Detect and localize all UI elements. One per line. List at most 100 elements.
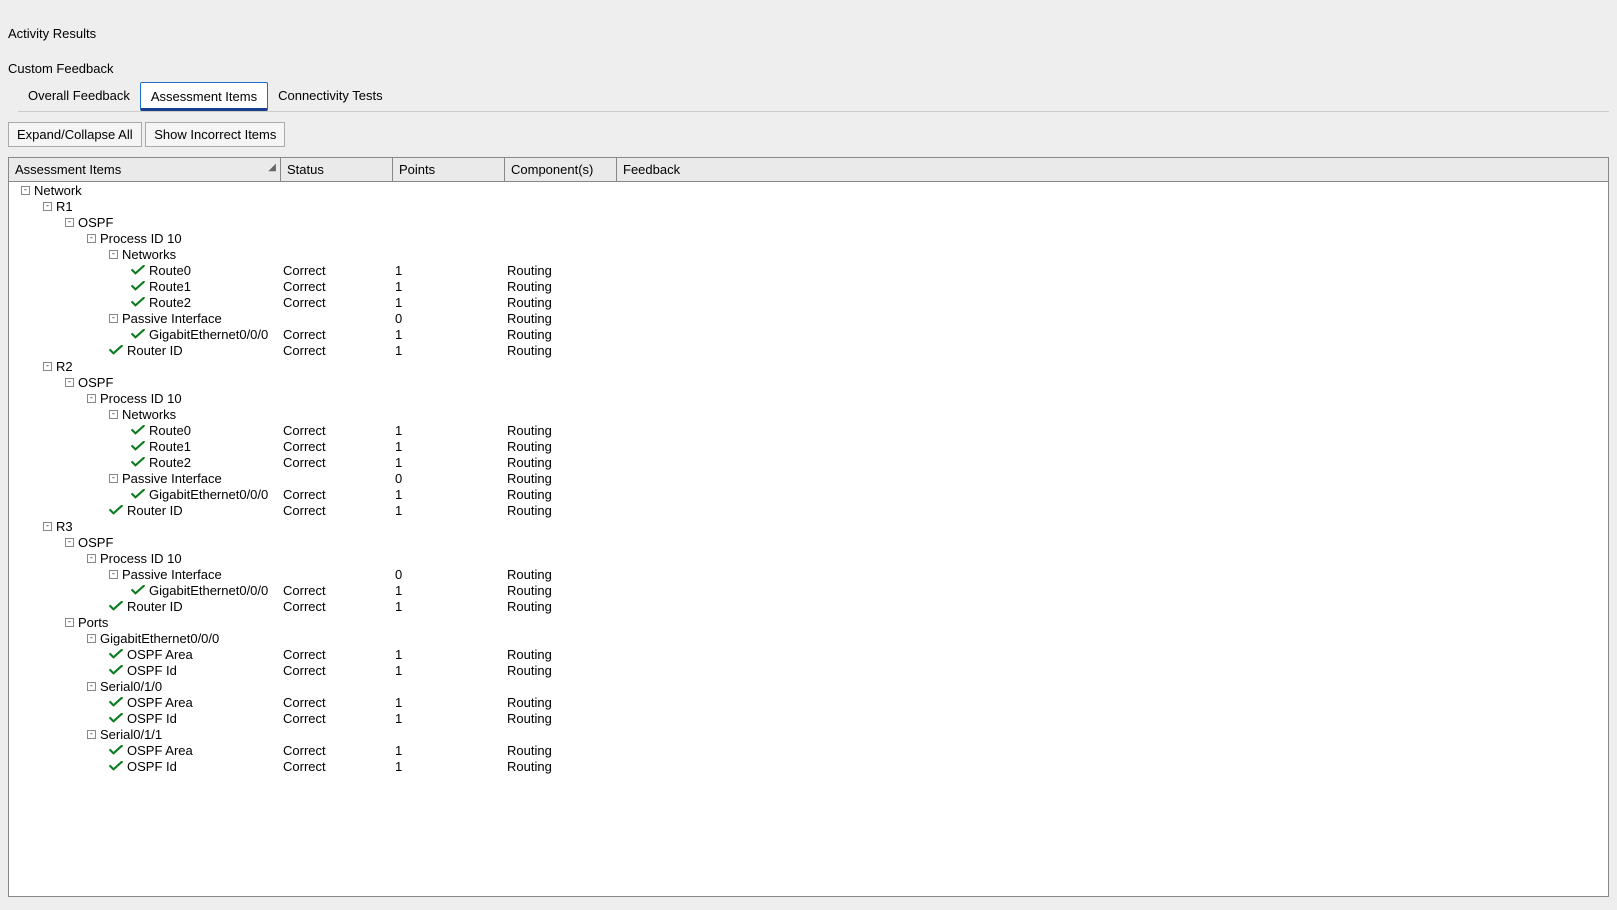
section-subtitle: Custom Feedback	[8, 61, 1609, 76]
table-row[interactable]: OSPF IdCorrect1Routing	[9, 710, 1608, 726]
table-row[interactable]: -Serial0/1/1	[9, 726, 1608, 742]
table-row[interactable]: OSPF IdCorrect1Routing	[9, 662, 1608, 678]
tab-overall-feedback[interactable]: Overall Feedback	[18, 82, 140, 111]
check-icon	[131, 279, 149, 294]
component-cell: Routing	[505, 311, 617, 326]
table-row[interactable]: GigabitEthernet0/0/0Correct1Routing	[9, 486, 1608, 502]
tree-expander-icon[interactable]: -	[87, 682, 96, 691]
tree-expander-icon[interactable]: -	[65, 538, 74, 547]
table-row[interactable]: -Passive Interface0Routing	[9, 566, 1608, 582]
tab-connectivity-tests[interactable]: Connectivity Tests	[268, 82, 393, 111]
item-label: Network	[34, 183, 82, 198]
table-row[interactable]: -GigabitEthernet0/0/0	[9, 630, 1608, 646]
tree-expander-icon[interactable]: -	[65, 378, 74, 387]
points-cell: 1	[393, 423, 505, 438]
item-label: Passive Interface	[122, 471, 222, 486]
table-row[interactable]: Router IDCorrect1Routing	[9, 598, 1608, 614]
table-row[interactable]: -OSPF	[9, 214, 1608, 230]
points-cell: 1	[393, 263, 505, 278]
table-row[interactable]: Router IDCorrect1Routing	[9, 502, 1608, 518]
table-row[interactable]: -Network	[9, 182, 1608, 198]
tree-expander-icon[interactable]: -	[109, 570, 118, 579]
component-cell: Routing	[505, 759, 617, 774]
component-cell: Routing	[505, 711, 617, 726]
item-cell: -Process ID 10	[9, 551, 281, 566]
show-incorrect-items-button[interactable]: Show Incorrect Items	[145, 122, 285, 147]
table-row[interactable]: -OSPF	[9, 374, 1608, 390]
check-icon	[109, 503, 127, 518]
tree-expander-icon[interactable]: -	[65, 218, 74, 227]
table-row[interactable]: Route1Correct1Routing	[9, 438, 1608, 454]
tree-expander-icon[interactable]: -	[65, 618, 74, 627]
table-row[interactable]: -Ports	[9, 614, 1608, 630]
tree-expander-icon[interactable]: -	[87, 234, 96, 243]
item-cell: OSPF Id	[9, 759, 281, 774]
item-label: OSPF Id	[127, 759, 177, 774]
item-cell: -Passive Interface	[9, 311, 281, 326]
table-row[interactable]: -Passive Interface0Routing	[9, 470, 1608, 486]
table-row[interactable]: OSPF AreaCorrect1Routing	[9, 694, 1608, 710]
tree-expander-icon[interactable]: -	[109, 314, 118, 323]
tree-expander-icon[interactable]: -	[21, 186, 30, 195]
tree-expander-icon[interactable]: -	[43, 202, 52, 211]
item-cell: Router ID	[9, 503, 281, 518]
tree-expander-icon[interactable]: -	[87, 394, 96, 403]
tree-expander-icon[interactable]: -	[109, 250, 118, 259]
tree-expander-icon[interactable]: -	[43, 522, 52, 531]
item-label: Networks	[122, 407, 176, 422]
status-cell: Correct	[281, 455, 393, 470]
tree-expander-icon[interactable]: -	[87, 554, 96, 563]
item-label: Route2	[149, 295, 191, 310]
table-row[interactable]: -R3	[9, 518, 1608, 534]
table-row[interactable]: -Passive Interface0Routing	[9, 310, 1608, 326]
points-cell: 1	[393, 599, 505, 614]
item-label: GigabitEthernet0/0/0	[100, 631, 219, 646]
tree-expander-icon[interactable]: -	[109, 474, 118, 483]
item-cell: -OSPF	[9, 535, 281, 550]
points-cell: 1	[393, 583, 505, 598]
table-row[interactable]: GigabitEthernet0/0/0Correct1Routing	[9, 326, 1608, 342]
table-row[interactable]: Route2Correct1Routing	[9, 454, 1608, 470]
table-row[interactable]: Route0Correct1Routing	[9, 422, 1608, 438]
table-row[interactable]: -Process ID 10	[9, 390, 1608, 406]
table-row[interactable]: OSPF AreaCorrect1Routing	[9, 742, 1608, 758]
header-components[interactable]: Component(s)	[505, 158, 617, 181]
item-label: GigabitEthernet0/0/0	[149, 327, 268, 342]
table-row[interactable]: -Networks	[9, 406, 1608, 422]
item-cell: Route1	[9, 439, 281, 454]
expand-collapse-all-button[interactable]: Expand/Collapse All	[8, 122, 142, 147]
table-row[interactable]: OSPF IdCorrect1Routing	[9, 758, 1608, 774]
status-cell: Correct	[281, 743, 393, 758]
item-cell: -Passive Interface	[9, 567, 281, 582]
status-cell: Correct	[281, 439, 393, 454]
table-row[interactable]: Route2Correct1Routing	[9, 294, 1608, 310]
header-status[interactable]: Status	[281, 158, 393, 181]
table-row[interactable]: -Networks	[9, 246, 1608, 262]
header-assessment-items[interactable]: Assessment Items ◢	[9, 158, 281, 181]
table-row[interactable]: -R2	[9, 358, 1608, 374]
table-row[interactable]: -OSPF	[9, 534, 1608, 550]
table-row[interactable]: GigabitEthernet0/0/0Correct1Routing	[9, 582, 1608, 598]
table-row[interactable]: -R1	[9, 198, 1608, 214]
header-feedback[interactable]: Feedback	[617, 158, 1608, 181]
points-cell: 1	[393, 455, 505, 470]
status-cell: Correct	[281, 583, 393, 598]
table-row[interactable]: -Process ID 10	[9, 230, 1608, 246]
tab-assessment-items[interactable]: Assessment Items	[140, 82, 268, 111]
status-cell: Correct	[281, 647, 393, 662]
item-cell: GigabitEthernet0/0/0	[9, 487, 281, 502]
table-row[interactable]: Route0Correct1Routing	[9, 262, 1608, 278]
tree-expander-icon[interactable]: -	[87, 634, 96, 643]
tree-expander-icon[interactable]: -	[87, 730, 96, 739]
table-row[interactable]: Route1Correct1Routing	[9, 278, 1608, 294]
tree-expander-icon[interactable]: -	[43, 362, 52, 371]
table-row[interactable]: OSPF AreaCorrect1Routing	[9, 646, 1608, 662]
table-row[interactable]: Router IDCorrect1Routing	[9, 342, 1608, 358]
header-points[interactable]: Points	[393, 158, 505, 181]
tree-expander-icon[interactable]: -	[109, 410, 118, 419]
table-row[interactable]: -Serial0/1/0	[9, 678, 1608, 694]
item-label: OSPF	[78, 375, 113, 390]
item-label: R1	[56, 199, 73, 214]
item-cell: -Process ID 10	[9, 391, 281, 406]
table-row[interactable]: -Process ID 10	[9, 550, 1608, 566]
